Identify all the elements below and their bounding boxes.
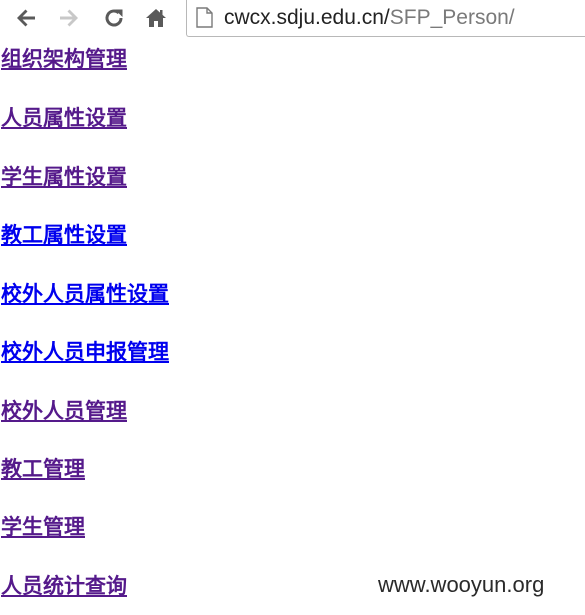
link-org-structure[interactable]: 组织架构管理: [1, 46, 127, 72]
home-icon: [146, 9, 166, 27]
url-path: SFP_Person/: [389, 6, 515, 29]
browser-toolbar: cwcx.sdju.edu.cn/SFP_Person/: [0, 0, 585, 38]
reload-button[interactable]: [101, 5, 127, 31]
link-person-attributes[interactable]: 人员属性设置: [1, 105, 127, 131]
link-external-management[interactable]: 校外人员管理: [1, 398, 127, 424]
url-text: cwcx.sdju.edu.cn/SFP_Person/: [224, 5, 515, 31]
back-arrow-icon: [17, 9, 35, 27]
link-student-attributes[interactable]: 学生属性设置: [1, 164, 127, 190]
link-staff-attributes[interactable]: 教工属性设置: [1, 222, 127, 248]
reload-icon: [105, 9, 123, 27]
page-icon: [196, 7, 213, 28]
link-external-declaration[interactable]: 校外人员申报管理: [1, 339, 169, 365]
link-staff-management[interactable]: 教工管理: [1, 456, 85, 482]
forward-arrow-icon: [60, 9, 78, 27]
back-button[interactable]: [13, 5, 39, 31]
page-content: 组织架构管理 人员属性设置 学生属性设置 教工属性设置 校外人员属性设置 校外人…: [0, 38, 585, 615]
home-button[interactable]: [143, 5, 169, 31]
link-external-attributes[interactable]: 校外人员属性设置: [1, 281, 169, 307]
forward-button[interactable]: [56, 5, 82, 31]
watermark: www.wooyun.org: [378, 572, 545, 597]
address-bar[interactable]: cwcx.sdju.edu.cn/SFP_Person/: [186, 0, 585, 37]
url-host: cwcx.sdju.edu.cn/: [224, 6, 390, 29]
link-student-management[interactable]: 学生管理: [1, 514, 85, 540]
link-person-statistics[interactable]: 人员统计查询: [1, 573, 127, 599]
